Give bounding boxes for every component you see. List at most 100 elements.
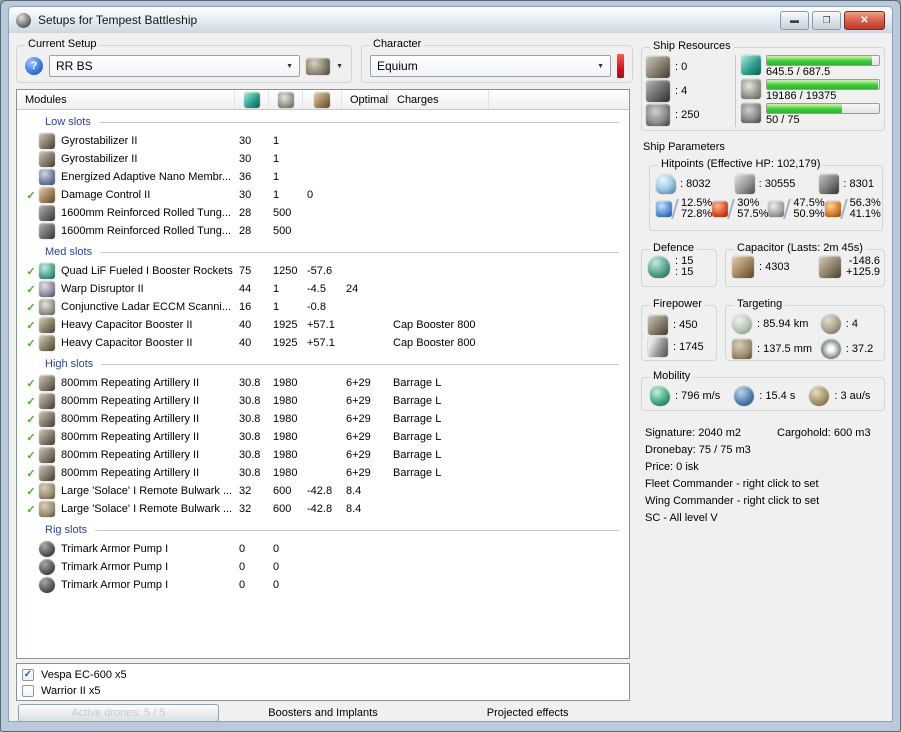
module-row[interactable]: Trimark Armor Pump I 0 0 bbox=[17, 540, 629, 558]
wing-commander-text[interactable]: Wing Commander - right click to set bbox=[645, 493, 889, 510]
targeting-group: Targeting : 85.94 km : 4 : 137.5 mm: 37… bbox=[725, 298, 885, 361]
kinetic-resist-icon bbox=[768, 201, 785, 217]
module-row[interactable]: ✓ Large 'Solace' I Remote Bulwark ... 32 60… bbox=[17, 482, 629, 500]
active-drones-button[interactable]: Active drones: 5 / 5 bbox=[18, 704, 219, 722]
drone-name: Warrior II x5 bbox=[41, 685, 101, 697]
targeting-range-icon bbox=[732, 313, 752, 334]
hitpoints-title: Hitpoints (Effective HP: 102,179) bbox=[658, 158, 824, 171]
module-row[interactable]: Energized Adaptive Nano Membr... 36 1 bbox=[17, 168, 629, 186]
module-optimal: 6+29 bbox=[346, 431, 371, 443]
drone-checkbox[interactable]: ✓ bbox=[22, 669, 34, 681]
module-row[interactable]: ✓ 800mm Repeating Artillery II 30.8 1980 6+2… bbox=[17, 428, 629, 446]
module-row[interactable]: 1600mm Reinforced Rolled Tung... 28 500 bbox=[17, 204, 629, 222]
powergrid-bar bbox=[766, 79, 880, 90]
module-capacitor: 0 bbox=[307, 189, 314, 201]
module-icon bbox=[39, 411, 55, 427]
module-row[interactable]: ✓ Conjunctive Ladar ECCM Scanni... 16 1 -0.8 bbox=[17, 298, 629, 316]
module-optimal: 6+29 bbox=[346, 449, 371, 461]
module-name: 800mm Repeating Artillery II bbox=[61, 467, 200, 479]
module-icon bbox=[39, 501, 55, 517]
module-name: 800mm Repeating Artillery II bbox=[61, 395, 200, 407]
thermal-armor-resist: 57.5% bbox=[737, 208, 769, 220]
max-velocity-value: : 796 m/s bbox=[675, 390, 721, 402]
mobility-group: Mobility : 796 m/s : 15.4 s : 3 au/s bbox=[641, 370, 885, 411]
minimize-button[interactable]: ▬ bbox=[780, 10, 809, 30]
module-row[interactable]: ✓ Heavy Capacitor Booster II 40 1925 +57.1 Ca… bbox=[17, 316, 629, 334]
resource-slot: : 0 bbox=[646, 55, 730, 79]
module-row[interactable]: ✓ 800mm Repeating Artillery II 30.8 1980 6+2… bbox=[17, 374, 629, 392]
module-row[interactable]: ✓ Heavy Capacitor Booster II 40 1925 +57.1 Ca… bbox=[17, 334, 629, 352]
titlebar[interactable]: Setups for Tempest Battleship ▬ ❐ ✕ bbox=[8, 6, 893, 33]
calibration-bar-fill bbox=[767, 104, 842, 113]
module-row[interactable]: ✓ 800mm Repeating Artillery II 30.8 1980 6+2… bbox=[17, 464, 629, 482]
current-setup-label: Current Setup bbox=[25, 38, 100, 51]
module-row[interactable]: ✓ Warp Disruptor II 44 1 -4.5 24 bbox=[17, 280, 629, 298]
module-row[interactable]: Trimark Armor Pump I 0 0 bbox=[17, 576, 629, 594]
ship-export-caret-icon[interactable]: ▼ bbox=[336, 63, 343, 70]
module-row[interactable]: Gyrostabilizer II 30 1 bbox=[17, 150, 629, 168]
cpu-icon bbox=[243, 91, 260, 108]
drone-row[interactable]: Warrior II x5 bbox=[22, 683, 624, 699]
window-icon bbox=[16, 12, 31, 28]
resist-row: 12.5% 72.8% 30% 57.5% 47.5% 50.9% 56.3% 41.1% bbox=[650, 196, 882, 220]
section-title: Med slots bbox=[45, 246, 93, 258]
module-row[interactable]: ✓ Damage Control II 30 1 0 bbox=[17, 186, 629, 204]
maximize-button[interactable]: ❐ bbox=[812, 10, 841, 30]
modules-panel: Modules Optimal Charges Low slots Gyrosta… bbox=[16, 89, 630, 659]
section-divider bbox=[98, 121, 619, 123]
resource-bars: 645.5 / 687.5 19186 / 19375 50 / 75 bbox=[741, 55, 880, 127]
module-optimal: 6+29 bbox=[346, 395, 371, 407]
module-cpu: 0 bbox=[239, 543, 246, 555]
targeting-range-value: : 85.94 km bbox=[757, 317, 809, 330]
module-cpu: 44 bbox=[239, 283, 252, 295]
max-velocity-icon bbox=[650, 386, 670, 406]
module-charge: Barrage L bbox=[393, 377, 442, 389]
help-icon[interactable]: ? bbox=[25, 57, 43, 75]
projected-effects-tab[interactable]: Projected effects bbox=[425, 707, 630, 719]
module-name: 800mm Repeating Artillery II bbox=[61, 431, 200, 443]
active-check-icon: ✓ bbox=[26, 189, 36, 202]
module-row[interactable]: ✓ 800mm Repeating Artillery II 30.8 1980 6+2… bbox=[17, 392, 629, 410]
module-capacitor: -42.8 bbox=[307, 485, 333, 497]
character-combobox[interactable]: Equium ▼ bbox=[370, 55, 611, 77]
align-time-value: : 15.4 s bbox=[759, 390, 796, 402]
module-name: Heavy Capacitor Booster II bbox=[61, 337, 193, 349]
module-name: 1600mm Reinforced Rolled Tung... bbox=[61, 207, 231, 219]
module-name: 800mm Repeating Artillery II bbox=[61, 413, 200, 425]
module-icon bbox=[39, 483, 55, 499]
module-row[interactable]: ✓ Quad LiF Fueled I Booster Rockets 75 1250… bbox=[17, 262, 629, 280]
module-cpu: 30 bbox=[239, 153, 252, 165]
drone-checkbox[interactable] bbox=[22, 685, 34, 697]
module-section: Rig slots Trimark Armor Pump I 0 0 Trimark A… bbox=[17, 521, 629, 594]
targeting-title: Targeting bbox=[734, 298, 786, 311]
module-name: Gyrostabilizer II bbox=[61, 153, 138, 165]
module-section: Low slots Gyrostabilizer II 30 1 Gyrostabili… bbox=[17, 113, 629, 240]
module-row[interactable]: Gyrostabilizer II 30 1 bbox=[17, 132, 629, 150]
resource-slot-value: : 0 bbox=[675, 61, 688, 73]
module-row[interactable]: 1600mm Reinforced Rolled Tung... 28 500 bbox=[17, 222, 629, 240]
boosters-implants-tab[interactable]: Boosters and Implants bbox=[221, 707, 426, 719]
module-row[interactable]: ✓ 800mm Repeating Artillery II 30.8 1980 6+2… bbox=[17, 446, 629, 464]
module-row[interactable]: ✓ 800mm Repeating Artillery II 30.8 1980 6+2… bbox=[17, 410, 629, 428]
module-row[interactable]: ✓ Large 'Solace' I Remote Bulwark ... 32 60… bbox=[17, 500, 629, 518]
module-icon bbox=[39, 577, 55, 593]
shield-icon bbox=[656, 174, 676, 194]
module-powergrid: 600 bbox=[273, 485, 292, 497]
setup-combobox[interactable]: RR BS ▼ bbox=[49, 55, 301, 77]
module-icon bbox=[39, 429, 55, 445]
module-name: Gyrostabilizer II bbox=[61, 135, 138, 147]
module-powergrid: 0 bbox=[273, 543, 280, 555]
fleet-commander-text[interactable]: Fleet Commander - right click to set bbox=[645, 476, 889, 493]
resource-bar-row: 19186 / 19375 bbox=[741, 79, 880, 103]
close-button[interactable]: ✕ bbox=[844, 10, 885, 30]
drone-row[interactable]: ✓ Vespa EC-600 x5 bbox=[22, 667, 624, 683]
powergrid-icon bbox=[277, 91, 294, 108]
section-divider bbox=[101, 363, 619, 365]
character-combobox-value: Equium bbox=[377, 59, 418, 73]
ship-export-button[interactable] bbox=[306, 57, 331, 75]
capacitor-delta-icon bbox=[819, 256, 842, 278]
module-name: Warp Disruptor II bbox=[61, 283, 144, 295]
kinetic-resist-group: 47.5% 50.9% bbox=[768, 198, 825, 220]
module-row[interactable]: Trimark Armor Pump I 0 0 bbox=[17, 558, 629, 576]
hitpoints-group: Hitpoints (Effective HP: 102,179) : 8032… bbox=[649, 158, 883, 231]
